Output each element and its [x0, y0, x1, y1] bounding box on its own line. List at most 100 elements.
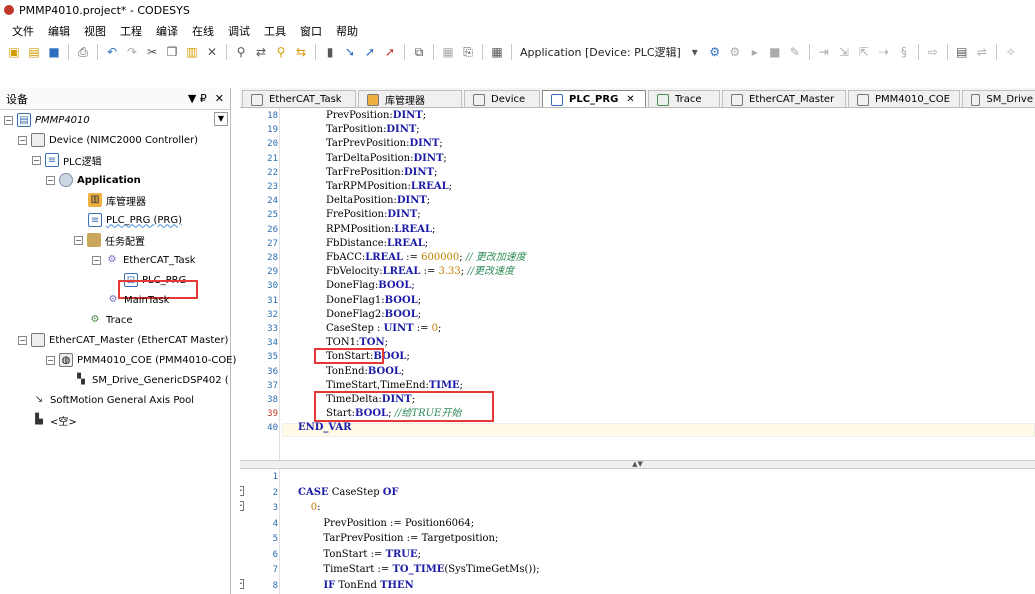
step-out-icon[interactable]: ⇱ — [856, 44, 872, 60]
paste-icon[interactable]: ▥ — [184, 44, 200, 60]
tab-library-manager[interactable]: 库管理器 — [358, 90, 462, 107]
tree-item-task-plc-prg[interactable]: ⊡ PLC_PRG — [124, 271, 186, 289]
collapse-icon[interactable]: − — [32, 155, 41, 165]
calendar-icon[interactable]: ▦ — [489, 44, 505, 60]
reset-icon[interactable]: ✎ — [787, 44, 803, 60]
open-project-icon[interactable]: ▤ — [26, 44, 42, 60]
line-number: 32 — [267, 309, 278, 320]
logout-icon[interactable]: ⚙ — [727, 44, 743, 60]
menu-online[interactable]: 在线 — [192, 23, 214, 39]
force-values-icon[interactable]: ⇌ — [974, 44, 990, 60]
collapse-icon[interactable]: − — [46, 355, 55, 365]
tab-trace[interactable]: Trace — [648, 90, 720, 107]
tree-item-library-manager[interactable]: ▥ 库管理器 — [88, 191, 146, 209]
declaration-editor[interactable]: 18 19 20 21 22 23 24 25 26 27 28 29 30 31 32 33 34 35 36 37… — [240, 108, 1035, 460]
menu-view[interactable]: 视图 — [84, 23, 106, 39]
run-icon[interactable]: ▸ — [747, 44, 763, 60]
tab-ethercat-master[interactable]: EtherCAT_Master — [722, 90, 846, 107]
toolbar-separator — [433, 44, 434, 60]
bookmark-icon[interactable]: ▮ — [322, 44, 338, 60]
set-next-statement-icon[interactable]: § — [896, 44, 912, 60]
pin-icon[interactable]: ▼ ₽ — [188, 92, 207, 105]
code-line: PrevPosition:DINT; — [326, 110, 427, 121]
tree-item-device[interactable]: − Device (NIMC2000 Controller) — [18, 131, 198, 149]
code-keyword: DINT — [413, 152, 444, 164]
tree-item-plc-prg[interactable]: ≡ PLC_PRG (PRG) — [88, 211, 182, 229]
prev-bookmark-icon[interactable]: ➚ — [362, 44, 378, 60]
export-icon[interactable]: ⎘ — [460, 44, 476, 60]
chevron-down-icon[interactable]: ▼ — [214, 112, 228, 126]
chevron-down-icon[interactable]: ▾ — [687, 44, 703, 60]
toolbar-separator — [917, 44, 919, 60]
device-icon — [731, 93, 743, 106]
delete-icon[interactable]: ✕ — [204, 44, 220, 60]
replace-in-project-icon[interactable]: ⇆ — [293, 44, 309, 60]
undo-icon[interactable]: ↶ — [104, 44, 120, 60]
devices-panel-header: 设备 ▼ ₽ ✕ — [0, 88, 230, 110]
tree-item-task-config[interactable]: − 任务配置 — [74, 231, 145, 249]
menu-project[interactable]: 工程 — [120, 23, 142, 39]
redo-icon[interactable]: ↷ — [124, 44, 140, 60]
collapse-icon[interactable]: − — [92, 255, 101, 265]
devices-panel: 设备 ▼ ₽ ✕ − ▤ PMMP4010 ▼ − Device (NIMC20… — [0, 88, 236, 594]
code-comment: //更改速度 — [467, 266, 515, 278]
step-over-icon[interactable]: ⇥ — [816, 44, 832, 60]
find-in-project-icon[interactable]: ⚲ — [273, 44, 289, 60]
collapse-icon[interactable]: − — [18, 135, 27, 145]
copy-icon[interactable]: ❐ — [164, 44, 180, 60]
save-icon[interactable]: ■ — [46, 44, 62, 60]
tree-item-trace[interactable]: ⚙ Trace — [88, 311, 133, 329]
tree-item-plc-logic[interactable]: − ≡ PLC逻辑 — [32, 151, 102, 169]
tree-item-maintask[interactable]: ⚙ MainTask — [106, 291, 170, 309]
fold-icon[interactable]: − — [240, 485, 244, 496]
menu-build[interactable]: 编译 — [156, 23, 178, 39]
tab-ethercat-task[interactable]: EtherCAT_Task — [242, 90, 356, 107]
login-icon[interactable]: ⚙ — [707, 44, 723, 60]
tree-item-label: SM_Drive_GenericDSP402 ( — [92, 374, 229, 386]
tree-item-application[interactable]: − Application — [46, 171, 141, 189]
menu-edit[interactable]: 编辑 — [48, 23, 70, 39]
find-icon[interactable]: ⚲ — [233, 44, 249, 60]
next-bookmark-icon[interactable]: ➘ — [342, 44, 358, 60]
menu-file[interactable]: 文件 — [12, 23, 34, 39]
write-values-icon[interactable]: ▤ — [954, 44, 970, 60]
replace-icon[interactable]: ⇄ — [253, 44, 269, 60]
fold-icon[interactable]: − — [240, 578, 244, 589]
tab-pmm4010-coe[interactable]: PMM4010_COE — [848, 90, 960, 107]
menu-window[interactable]: 窗口 — [300, 23, 322, 39]
active-application-label[interactable]: Application [Device: PLC逻辑] — [520, 44, 681, 60]
cut-icon[interactable]: ✂ — [144, 44, 160, 60]
collapse-icon[interactable]: − — [46, 175, 55, 185]
collapse-icon[interactable]: − — [18, 335, 27, 345]
tree-item-project[interactable]: − ▤ PMMP4010 — [4, 111, 90, 129]
tree-item-empty[interactable]: ▙ <空> — [32, 411, 77, 429]
run-to-cursor-icon[interactable]: ⇢ — [876, 44, 892, 60]
show-current-statement-icon[interactable]: ⇨ — [925, 44, 941, 60]
implementation-editor[interactable]: 1 2 3 4 5 6 7 8 CASE CaseStep OF 0: PrevPositio… — [240, 469, 1035, 594]
stop-icon[interactable]: ■ — [767, 44, 783, 60]
step-into-icon[interactable]: ⇲ — [836, 44, 852, 60]
print-icon[interactable]: ⎙ — [75, 44, 91, 60]
tab-device[interactable]: Device — [464, 90, 540, 107]
clear-bookmarks-icon[interactable]: ➚ — [382, 44, 398, 60]
collapse-icon[interactable]: − — [74, 235, 83, 245]
tab-plc-prg[interactable]: PLC_PRG ✕ — [542, 90, 646, 107]
close-panel-icon[interactable]: ✕ — [215, 92, 224, 105]
new-project-icon[interactable]: ▣ — [6, 44, 22, 60]
tree-item-pmm4010-coe[interactable]: − ◍ PMM4010_COE (PMM4010-COE) — [46, 351, 236, 369]
window-icon[interactable]: ⧉ — [411, 44, 427, 60]
menu-help[interactable]: 帮助 — [336, 23, 358, 39]
tree-item-sm-drive[interactable]: ▚ SM_Drive_GenericDSP402 ( — [74, 371, 229, 389]
fold-icon[interactable]: − — [240, 501, 244, 511]
tree-item-ethercat-task[interactable]: − ⚙ EtherCAT_Task — [92, 251, 196, 269]
tab-sm-drive[interactable]: SM_Drive — [962, 90, 1035, 107]
insert-object-icon[interactable]: ▦ — [440, 44, 456, 60]
menu-tools[interactable]: 工具 — [264, 23, 286, 39]
editor-splitter[interactable]: ▲▼ — [240, 460, 1035, 469]
tree-item-ethercat-master[interactable]: − EtherCAT_Master (EtherCAT Master) — [18, 331, 228, 349]
menu-debug[interactable]: 调试 — [228, 23, 250, 39]
prepare-value-icon[interactable]: ✧ — [1003, 44, 1019, 60]
close-tab-icon[interactable]: ✕ — [626, 94, 634, 105]
collapse-icon[interactable]: − — [4, 115, 13, 125]
tree-item-axis-pool[interactable]: ↘ SoftMotion General Axis Pool — [32, 391, 194, 409]
